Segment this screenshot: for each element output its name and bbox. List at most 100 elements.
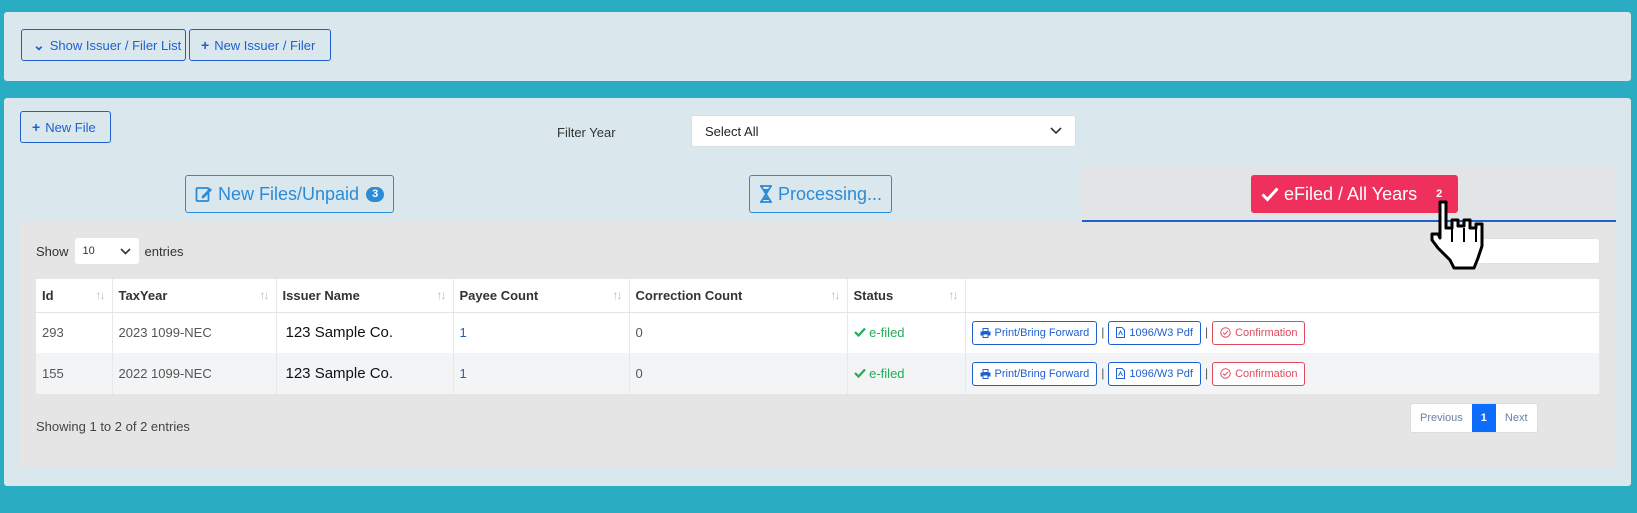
new-file-label: New File bbox=[45, 119, 96, 135]
chevron-down-icon bbox=[1050, 127, 1062, 135]
cell-issuer-name: 123 Sample Co. bbox=[276, 353, 454, 394]
confirmation-label: Confirmation bbox=[1235, 367, 1298, 380]
page-length-value: 10 bbox=[82, 245, 95, 257]
page-length-control: Show 10 entries bbox=[36, 238, 184, 264]
confirmation-button[interactable]: Confirmation bbox=[1212, 320, 1306, 345]
hand-pointer-cursor-icon bbox=[1430, 200, 1484, 270]
action-separator: | bbox=[1204, 365, 1209, 380]
table-header-row: Id ↑↓ TaxYear ↑↓ Issuer Name ↑↓ Payee Count… bbox=[36, 279, 1600, 313]
tab-efiled-label: eFiled / All Years bbox=[1284, 183, 1418, 204]
chevron-down-icon: ⌄ bbox=[33, 37, 45, 53]
plus-icon: + bbox=[32, 119, 41, 135]
show-issuer-list-button[interactable]: ⌄ Show Issuer / Filer List bbox=[21, 29, 186, 61]
action-separator: | bbox=[1101, 365, 1105, 380]
column-header-correction-count[interactable]: Correction Count ↑↓ bbox=[629, 279, 848, 313]
printer-icon bbox=[980, 327, 990, 338]
hourglass-icon bbox=[760, 185, 772, 203]
action-separator: | bbox=[1101, 325, 1105, 340]
sort-icon: ↑↓ bbox=[948, 288, 959, 302]
column-header-issuer-name[interactable]: Issuer Name ↑↓ bbox=[276, 279, 454, 313]
entries-label: entries bbox=[144, 243, 184, 259]
cell-status: e-filed bbox=[847, 312, 966, 353]
show-issuer-list-label: Show Issuer / Filer List bbox=[49, 37, 182, 53]
column-header-status[interactable]: Status ↑↓ bbox=[847, 279, 966, 313]
table-row: 155 2022 1099-NEC 123 Sample Co. 1 0 e-f… bbox=[36, 353, 1600, 394]
pagination: Previous 1 Next bbox=[1410, 403, 1538, 433]
filter-year-label: Filter Year bbox=[557, 125, 616, 140]
cell-id: 293 bbox=[36, 312, 113, 353]
pdf-label: 1096/W3 Pdf bbox=[1129, 367, 1193, 380]
new-issuer-button[interactable]: + New Issuer / Filer bbox=[189, 29, 331, 61]
pdf-file-icon bbox=[1116, 327, 1126, 339]
table-info: Showing 1 to 2 of 2 entries bbox=[36, 419, 190, 434]
new-issuer-label: New Issuer / Filer bbox=[214, 37, 316, 53]
column-header-label: Payee Count bbox=[459, 287, 539, 303]
pdf-file-icon bbox=[1116, 368, 1126, 379]
cell-taxyear: 2022 1099-NEC bbox=[112, 353, 277, 394]
check-circle-icon bbox=[1220, 368, 1231, 379]
checkmark-icon bbox=[1261, 187, 1279, 202]
pagination-previous[interactable]: Previous bbox=[1411, 404, 1472, 432]
efiled-table-container: Show 10 entries Id ↑↓ TaxYear ↑↓ Issuer Na… bbox=[20, 222, 1616, 468]
print-bring-forward-button[interactable]: Print/Bring Forward bbox=[971, 320, 1098, 345]
pagination-page-1[interactable]: 1 bbox=[1471, 404, 1496, 432]
confirmation-label: Confirmation bbox=[1235, 326, 1298, 339]
tab-new-files-badge: 3 bbox=[366, 186, 385, 202]
cell-actions: Print/Bring Forward | 1096/W3 Pdf | Conf… bbox=[965, 353, 1600, 394]
edit-icon bbox=[195, 187, 212, 202]
confirmation-button[interactable]: Confirmation bbox=[1212, 361, 1306, 386]
tab-new-files-label: New Files/Unpaid bbox=[218, 183, 360, 204]
tab-new-files-unpaid[interactable]: New Files/Unpaid 3 bbox=[185, 175, 395, 213]
checkmark-icon bbox=[853, 328, 866, 338]
checkmark-icon bbox=[853, 368, 866, 379]
column-header-label: Correction Count bbox=[635, 287, 743, 303]
new-file-button[interactable]: + New File bbox=[20, 111, 111, 143]
column-header-label: TaxYear bbox=[118, 287, 168, 303]
cell-issuer-name: 123 Sample Co. bbox=[276, 312, 454, 353]
cell-status: e-filed bbox=[847, 353, 966, 394]
show-label: Show bbox=[36, 243, 69, 259]
status-label: e-filed bbox=[869, 325, 905, 341]
table-row: 293 2023 1099-NEC 123 Sample Co. 1 0 e-f… bbox=[36, 312, 1600, 353]
sort-icon: ↑↓ bbox=[830, 288, 841, 302]
page-length-select[interactable]: 10 bbox=[74, 238, 139, 264]
cell-correction-count: 0 bbox=[629, 353, 848, 394]
check-circle-icon bbox=[1220, 327, 1231, 338]
pdf-1096-w3-button[interactable]: 1096/W3 Pdf bbox=[1108, 361, 1201, 386]
files-panel: + New File Filter Year Select All New Fi… bbox=[4, 98, 1631, 486]
column-header-label: Id bbox=[42, 287, 54, 303]
tab-processing-label: Processing... bbox=[778, 183, 883, 204]
cell-actions: Print/Bring Forward | 1096/W3 Pdf | Conf… bbox=[965, 312, 1600, 353]
action-separator: | bbox=[1204, 325, 1209, 340]
status-tabs: New Files/Unpaid 3 Processing... eFiled … bbox=[20, 166, 1616, 222]
cell-id: 155 bbox=[36, 353, 113, 394]
column-header-label: Status bbox=[853, 287, 894, 303]
print-label: Print/Bring Forward bbox=[994, 326, 1090, 339]
chevron-down-icon bbox=[119, 247, 131, 255]
filter-year-select[interactable]: Select All bbox=[691, 115, 1076, 147]
plus-icon: + bbox=[201, 37, 210, 53]
pdf-1096-w3-button[interactable]: 1096/W3 Pdf bbox=[1108, 320, 1201, 345]
column-header-label: Issuer Name bbox=[282, 287, 360, 303]
column-header-taxyear[interactable]: TaxYear ↑↓ bbox=[112, 279, 277, 313]
printer-icon bbox=[980, 368, 990, 379]
status-label: e-filed bbox=[869, 366, 905, 381]
column-header-id[interactable]: Id ↑↓ bbox=[36, 279, 113, 313]
sort-icon: ↑↓ bbox=[95, 288, 106, 302]
filter-year-value: Select All bbox=[705, 123, 759, 139]
pdf-label: 1096/W3 Pdf bbox=[1129, 326, 1193, 339]
print-bring-forward-button[interactable]: Print/Bring Forward bbox=[971, 361, 1098, 386]
sort-icon: ↑↓ bbox=[259, 288, 270, 302]
print-label: Print/Bring Forward bbox=[994, 367, 1090, 380]
cell-payee-count: 1 bbox=[453, 312, 630, 353]
efiled-table: Id ↑↓ TaxYear ↑↓ Issuer Name ↑↓ Payee Count… bbox=[36, 279, 1600, 394]
column-header-actions bbox=[965, 279, 1600, 313]
issuer-toolbar-panel: ⌄ Show Issuer / Filer List + New Issuer … bbox=[4, 12, 1631, 81]
sort-icon: ↑↓ bbox=[612, 288, 623, 302]
column-header-payee-count[interactable]: Payee Count ↑↓ bbox=[453, 279, 630, 313]
cell-payee-count: 1 bbox=[453, 353, 630, 394]
sort-icon: ↑↓ bbox=[436, 288, 447, 302]
pagination-next[interactable]: Next bbox=[1496, 404, 1537, 432]
tab-processing[interactable]: Processing... bbox=[749, 175, 893, 213]
cell-correction-count: 0 bbox=[629, 312, 848, 353]
